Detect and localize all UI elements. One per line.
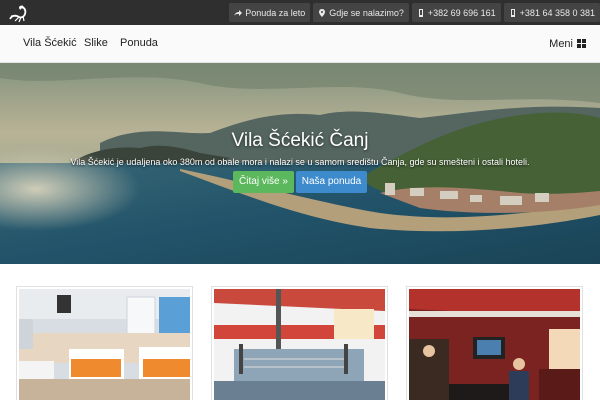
top-link-label: +382 69 696 161 bbox=[427, 7, 496, 18]
hero-title: Vila Šćekić Čanj bbox=[231, 130, 369, 151]
mobile-phone-icon bbox=[418, 8, 423, 17]
card-hotel-room[interactable] bbox=[16, 286, 193, 400]
top-link-phone-1[interactable]: +382 69 696 161 bbox=[411, 3, 501, 22]
top-link-summer-offer[interactable]: Ponuda za leto bbox=[229, 3, 311, 22]
hotel-room-photo bbox=[19, 289, 190, 400]
top-bar: Ponuda za leto Gdje se nalazimo? +382 69… bbox=[0, 0, 600, 25]
game-room-photo bbox=[409, 289, 580, 400]
hero-banner: Vila Šćekić Čanj Vila Šćekić je udaljena… bbox=[0, 63, 600, 264]
hero-subtitle: Vila Šćekić je udaljena oko 380m od obal… bbox=[70, 157, 530, 167]
read-more-button[interactable]: Čitaj više » bbox=[233, 171, 294, 193]
nav-item-home[interactable]: Vila Šćekić bbox=[23, 25, 77, 62]
scorpion-logo-icon[interactable] bbox=[6, 2, 32, 23]
main-navbar: Vila Šćekić Slike Ponuda Meni bbox=[0, 25, 600, 63]
top-link-location[interactable]: Gdje se nalazimo? bbox=[313, 3, 409, 22]
share-arrow-icon bbox=[234, 9, 243, 16]
map-marker-icon bbox=[319, 8, 326, 17]
top-link-label: +381 64 358 0 381 bbox=[519, 7, 595, 18]
menu-label: Meni bbox=[549, 37, 573, 50]
card-gym[interactable] bbox=[211, 286, 388, 400]
menu-toggle-button[interactable]: Meni bbox=[549, 25, 586, 62]
nav-item-photos[interactable]: Slike bbox=[84, 25, 108, 62]
top-link-label: Gdje se nalazimo? bbox=[329, 7, 404, 18]
our-offer-button[interactable]: Naša ponuda bbox=[296, 171, 367, 193]
mobile-phone-icon bbox=[510, 8, 515, 17]
gym-photo bbox=[214, 289, 385, 400]
top-link-phone-2[interactable]: +381 64 358 0 381 bbox=[503, 3, 600, 22]
card-game-room[interactable] bbox=[406, 286, 583, 400]
top-link-label: Ponuda za leto bbox=[245, 7, 306, 18]
nav-item-offer[interactable]: Ponuda bbox=[120, 25, 158, 62]
grid-menu-icon bbox=[577, 39, 586, 48]
